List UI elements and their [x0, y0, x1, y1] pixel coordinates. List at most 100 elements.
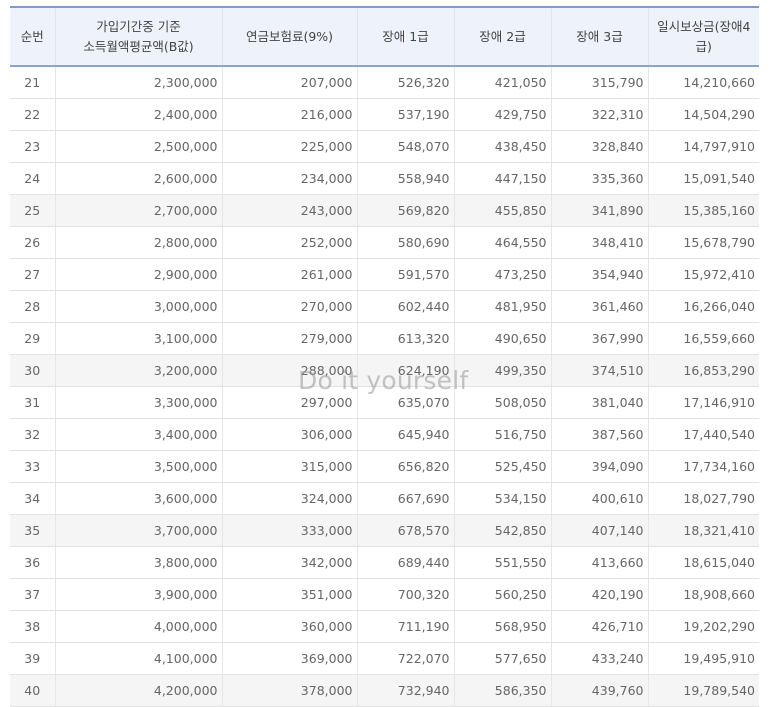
header-premium: 연금보험료(9%): [222, 6, 358, 67]
cell-grade2: 464,550: [454, 226, 552, 259]
header-text-line: 장애 1급: [382, 28, 429, 44]
cell-lump-sum: 16,266,040: [648, 290, 759, 323]
cell-grade1: 732,940: [357, 674, 455, 707]
cell-avg-income: 3,300,000: [55, 386, 223, 419]
cell-premium: 234,000: [222, 162, 358, 195]
table-row: 28 3,000,000 270,000 602,440 481,950 361,460 1…: [10, 290, 759, 323]
cell-grade3: 374,510: [551, 354, 649, 387]
cell-premium: 261,000: [222, 258, 358, 291]
cell-grade3: 328,840: [551, 130, 649, 163]
cell-number: 22: [10, 98, 56, 131]
cell-avg-income: 2,500,000: [55, 130, 223, 163]
cell-grade3: 354,940: [551, 258, 649, 291]
cell-lump-sum: 16,559,660: [648, 322, 759, 355]
table-row: 39 4,100,000 369,000 722,070 577,650 433,240 1…: [10, 642, 759, 675]
cell-grade3: 400,610: [551, 482, 649, 515]
header-text-line: 일시보상금(장애4급): [657, 18, 751, 54]
cell-grade1: 602,440: [357, 290, 455, 323]
cell-grade2: 525,450: [454, 450, 552, 483]
table-row: 21 2,300,000 207,000 526,320 421,050 315,790 1…: [10, 66, 759, 99]
cell-grade2: 455,850: [454, 194, 552, 227]
cell-number: 36: [10, 546, 56, 579]
cell-premium: 369,000: [222, 642, 358, 675]
table-header-row: 순번 가입기간중 기준 소득월액평균액(B값) 연금보험료(9%) 장애 1급 장애 2급…: [10, 6, 759, 67]
cell-grade3: 335,360: [551, 162, 649, 195]
cell-avg-income: 4,200,000: [55, 674, 223, 707]
table-row: 35 3,700,000 333,000 678,570 542,850 407,140 1…: [10, 514, 759, 547]
cell-lump-sum: 18,321,410: [648, 514, 759, 547]
cell-grade2: 568,950: [454, 610, 552, 643]
cell-premium: 216,000: [222, 98, 358, 131]
cell-grade3: 315,790: [551, 66, 649, 99]
cell-grade2: 560,250: [454, 578, 552, 611]
cell-number: 28: [10, 290, 56, 323]
header-lump-sum: 일시보상금(장애4급): [648, 6, 759, 67]
cell-grade3: 394,090: [551, 450, 649, 483]
table-row: 33 3,500,000 315,000 656,820 525,450 394,090 1…: [10, 450, 759, 483]
cell-premium: 315,000: [222, 450, 358, 483]
cell-grade3: 387,560: [551, 418, 649, 451]
header-text-line: 순번: [20, 28, 44, 44]
cell-number: 38: [10, 610, 56, 643]
cell-grade2: 516,750: [454, 418, 552, 451]
cell-grade1: 580,690: [357, 226, 455, 259]
cell-premium: 252,000: [222, 226, 358, 259]
table-row: 26 2,800,000 252,000 580,690 464,550 348,410 1…: [10, 226, 759, 259]
header-text-line: 가입기간중 기준: [96, 18, 181, 34]
cell-grade3: 367,990: [551, 322, 649, 355]
cell-grade3: 433,240: [551, 642, 649, 675]
cell-premium: 351,000: [222, 578, 358, 611]
cell-number: 35: [10, 514, 56, 547]
cell-avg-income: 2,300,000: [55, 66, 223, 99]
cell-lump-sum: 17,734,160: [648, 450, 759, 483]
header-text-line: 소득월액평균액(B값): [83, 38, 194, 54]
cell-premium: 306,000: [222, 418, 358, 451]
cell-number: 21: [10, 66, 56, 99]
header-text-line: 장애 2급: [479, 28, 526, 44]
cell-grade1: 700,320: [357, 578, 455, 611]
cell-number: 24: [10, 162, 56, 195]
cell-grade3: 322,310: [551, 98, 649, 131]
cell-premium: 207,000: [222, 66, 358, 99]
header-grade3: 장애 3급: [551, 6, 649, 67]
table-row: 34 3,600,000 324,000 667,690 534,150 400,610 1…: [10, 482, 759, 515]
cell-grade3: 348,410: [551, 226, 649, 259]
table-row: 31 3,300,000 297,000 635,070 508,050 381,040 1…: [10, 386, 759, 419]
cell-grade1: 624,190: [357, 354, 455, 387]
cell-lump-sum: 16,853,290: [648, 354, 759, 387]
cell-grade3: 341,890: [551, 194, 649, 227]
disability-pension-table: 순번 가입기간중 기준 소득월액평균액(B값) 연금보험료(9%) 장애 1급 장애 2급…: [10, 6, 759, 707]
cell-number: 27: [10, 258, 56, 291]
cell-avg-income: 3,600,000: [55, 482, 223, 515]
table-row: 40 4,200,000 378,000 732,940 586,350 439,760 1…: [10, 674, 759, 707]
cell-premium: 324,000: [222, 482, 358, 515]
cell-premium: 333,000: [222, 514, 358, 547]
cell-avg-income: 3,900,000: [55, 578, 223, 611]
cell-number: 40: [10, 674, 56, 707]
header-avg-income: 가입기간중 기준소득월액평균액(B값): [55, 6, 223, 67]
cell-grade1: 667,690: [357, 482, 455, 515]
cell-grade1: 526,320: [357, 66, 455, 99]
cell-lump-sum: 18,908,660: [648, 578, 759, 611]
table-row: 25 2,700,000 243,000 569,820 455,850 341,890 1…: [10, 194, 759, 227]
table-row: 38 4,000,000 360,000 711,190 568,950 426,710 1…: [10, 610, 759, 643]
cell-grade1: 635,070: [357, 386, 455, 419]
cell-grade3: 413,660: [551, 546, 649, 579]
cell-avg-income: 3,000,000: [55, 290, 223, 323]
cell-premium: 279,000: [222, 322, 358, 355]
cell-premium: 225,000: [222, 130, 358, 163]
cell-grade2: 481,950: [454, 290, 552, 323]
cell-avg-income: 2,900,000: [55, 258, 223, 291]
table-row: 23 2,500,000 225,000 548,070 438,450 328,840 1…: [10, 130, 759, 163]
cell-grade2: 577,650: [454, 642, 552, 675]
cell-grade2: 490,650: [454, 322, 552, 355]
header-grade2: 장애 2급: [454, 6, 552, 67]
cell-number: 39: [10, 642, 56, 675]
cell-lump-sum: 17,146,910: [648, 386, 759, 419]
cell-grade2: 421,050: [454, 66, 552, 99]
cell-premium: 270,000: [222, 290, 358, 323]
cell-grade2: 534,150: [454, 482, 552, 515]
header-text-line: 장애 3급: [576, 28, 623, 44]
cell-grade2: 542,850: [454, 514, 552, 547]
cell-grade1: 613,320: [357, 322, 455, 355]
